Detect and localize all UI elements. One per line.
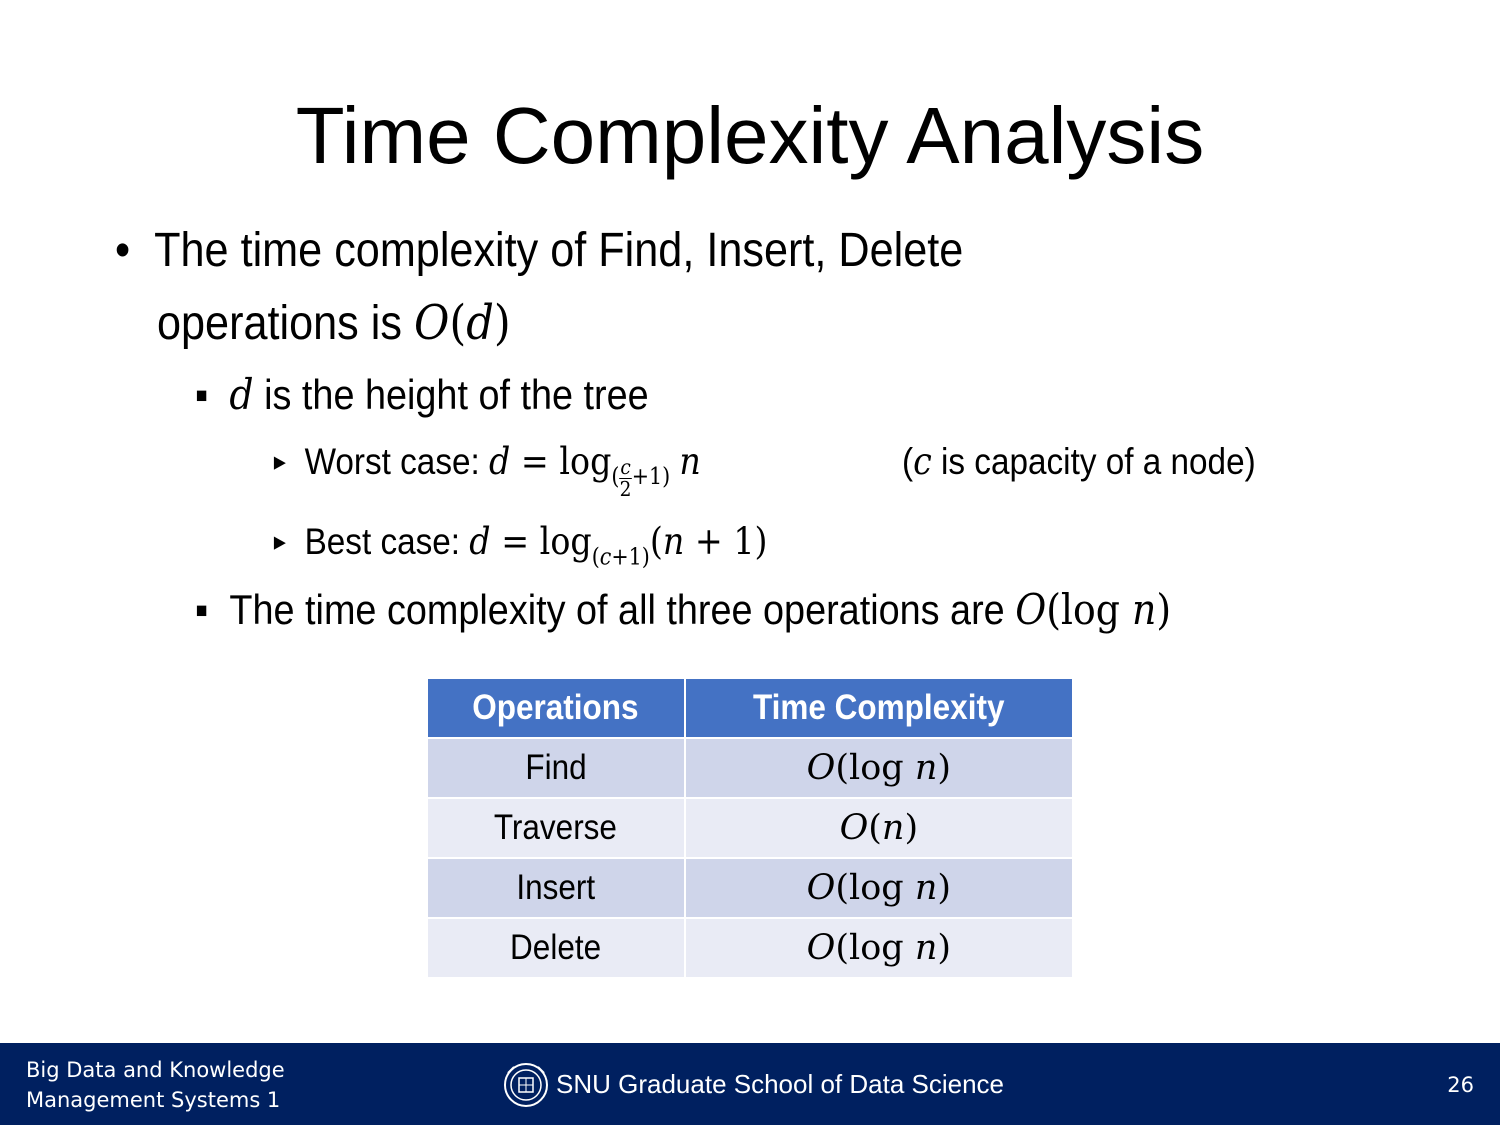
op-cell: Find — [426, 737, 686, 799]
worst-case-label: Worst case: — [304, 441, 490, 482]
fraction: c2 — [619, 455, 632, 501]
capacity-note: (c is capacity of a node) — [902, 440, 1256, 483]
math-close: ) — [937, 928, 952, 968]
op-cell: Delete — [426, 917, 686, 979]
log-base-rest: +1) — [631, 464, 671, 491]
header-operations-label: Operations — [472, 688, 639, 727]
math-O: O — [806, 748, 836, 788]
snu-emblem-icon — [504, 1063, 548, 1107]
log-base: (c 2 +1) — [611, 455, 671, 501]
math-c: c — [599, 544, 612, 571]
course-name: Big Data and Knowledge Management System… — [26, 1055, 285, 1115]
fraction-num: c — [619, 455, 632, 480]
arg-open: ( — [649, 520, 663, 563]
math-n: n — [914, 928, 938, 968]
math-n: n — [1131, 585, 1157, 634]
math-arg: (log — [835, 868, 915, 908]
math-arg: (log — [835, 748, 915, 788]
table-row: Insert O(log n) — [426, 857, 1075, 919]
best-case-label: Best case: — [304, 521, 470, 562]
complexity-cell: O(n) — [683, 797, 1075, 859]
math-paren-close: ) — [493, 295, 511, 351]
math-paren-open: ( — [449, 295, 467, 351]
op-cell: Traverse — [426, 797, 686, 859]
sub-bullet-height: ▪ d is the height of the tree — [195, 370, 649, 419]
log-base: (c+1) — [592, 544, 650, 570]
bullet-line2: operations is O(d) — [157, 287, 511, 360]
sub-bullet-all-ops-text: The time complexity of all three operati… — [229, 586, 1016, 633]
page-number: 26 — [1447, 1073, 1474, 1097]
sub-bullet-all-ops: ▪ The time complexity of all three opera… — [195, 585, 1171, 634]
triangle-bullet: ► — [270, 529, 296, 555]
course-name-line1: Big Data and Knowledge — [26, 1058, 285, 1082]
complexity-cell: O(log n) — [683, 857, 1075, 919]
worst-case-line: ► Worst case: d = log(c 2 +1) n — [270, 440, 701, 499]
complexity-cell: O(log n) — [683, 917, 1075, 979]
base-rest: +1) — [611, 544, 650, 571]
header-time-complexity: Time Complexity — [683, 677, 1075, 739]
bullet-time-complexity: • The time complexity of Find, Insert, D… — [115, 215, 963, 287]
math-c: c — [913, 440, 932, 483]
math-arg: ( — [868, 808, 882, 848]
school-name: SNU Graduate School of Data Science — [556, 1069, 1005, 1099]
math-log: (log — [1046, 585, 1132, 634]
math-O: O — [806, 868, 836, 908]
math-n: n — [914, 748, 938, 788]
math-O: O — [413, 295, 450, 351]
course-name-line2: Management Systems 1 — [26, 1088, 281, 1112]
header-time-complexity-label: Time Complexity — [753, 688, 1005, 727]
table-header-row: Operations Time Complexity — [426, 677, 1075, 739]
note-text: is capacity of a node) — [931, 441, 1256, 482]
note-open: ( — [902, 441, 914, 482]
math-d: d — [229, 370, 254, 419]
math-n: n — [914, 868, 938, 908]
math-n: n — [662, 520, 685, 563]
math-n: n — [679, 440, 701, 483]
complexity-table: Operations Time Complexity Find O(log n)… — [426, 677, 1075, 979]
square-bullet: ▪ — [195, 586, 230, 633]
triangle-bullet: ► — [270, 449, 296, 475]
math-d: d — [466, 295, 494, 351]
fraction-den: 2 — [619, 476, 632, 501]
op-label: Traverse — [494, 808, 618, 847]
math-close: ) — [904, 808, 919, 848]
math-d: d — [469, 520, 491, 563]
sub-bullet-height-text: is the height of the tree — [253, 371, 649, 418]
best-case-line: ► Best case: d = log(c+1)(n + 1) — [270, 520, 768, 570]
math-d: d — [489, 440, 511, 483]
math-close: ) — [1156, 585, 1172, 634]
math-close: ) — [937, 868, 952, 908]
math-O: O — [806, 928, 836, 968]
op-cell: Insert — [426, 857, 686, 919]
math-log: = log — [490, 520, 592, 563]
math-arg: (log — [835, 928, 915, 968]
complexity-cell: O(log n) — [683, 737, 1075, 799]
table-row: Traverse O(n) — [426, 797, 1075, 859]
table-row: Delete O(log n) — [426, 917, 1075, 979]
op-label: Insert — [516, 868, 596, 907]
table-row: Find O(log n) — [426, 737, 1075, 799]
math-log: = log — [510, 440, 612, 483]
math-close: ) — [937, 748, 952, 788]
op-label: Find — [525, 748, 587, 787]
op-label: Delete — [510, 928, 602, 967]
bullet-line1: The time complexity of Find, Insert, Del… — [154, 224, 964, 277]
slide-footer: Big Data and Knowledge Management System… — [0, 1043, 1500, 1125]
arg-rest: + 1) — [684, 520, 768, 563]
slide-title: Time Complexity Analysis — [295, 91, 1205, 180]
bullet-dot: • — [115, 224, 155, 277]
math-n: n — [881, 808, 905, 848]
bullet-line2-text: operations is — [157, 297, 414, 350]
square-bullet: ▪ — [195, 371, 230, 418]
math-O: O — [1015, 585, 1047, 634]
math-O: O — [839, 808, 869, 848]
header-operations: Operations — [426, 677, 686, 739]
